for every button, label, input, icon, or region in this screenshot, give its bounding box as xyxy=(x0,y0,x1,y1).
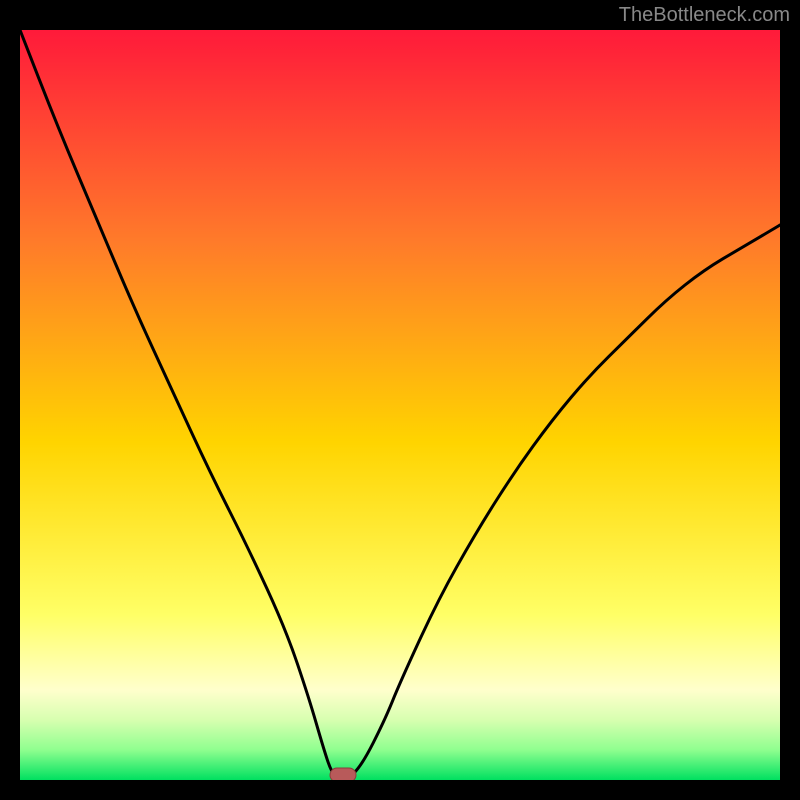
gradient-background xyxy=(20,30,780,780)
bottleneck-chart xyxy=(20,30,780,780)
plot-area xyxy=(20,30,780,780)
chart-container: TheBottleneck.com xyxy=(0,0,800,800)
attribution-label: TheBottleneck.com xyxy=(619,4,790,27)
minimum-marker xyxy=(330,768,356,780)
